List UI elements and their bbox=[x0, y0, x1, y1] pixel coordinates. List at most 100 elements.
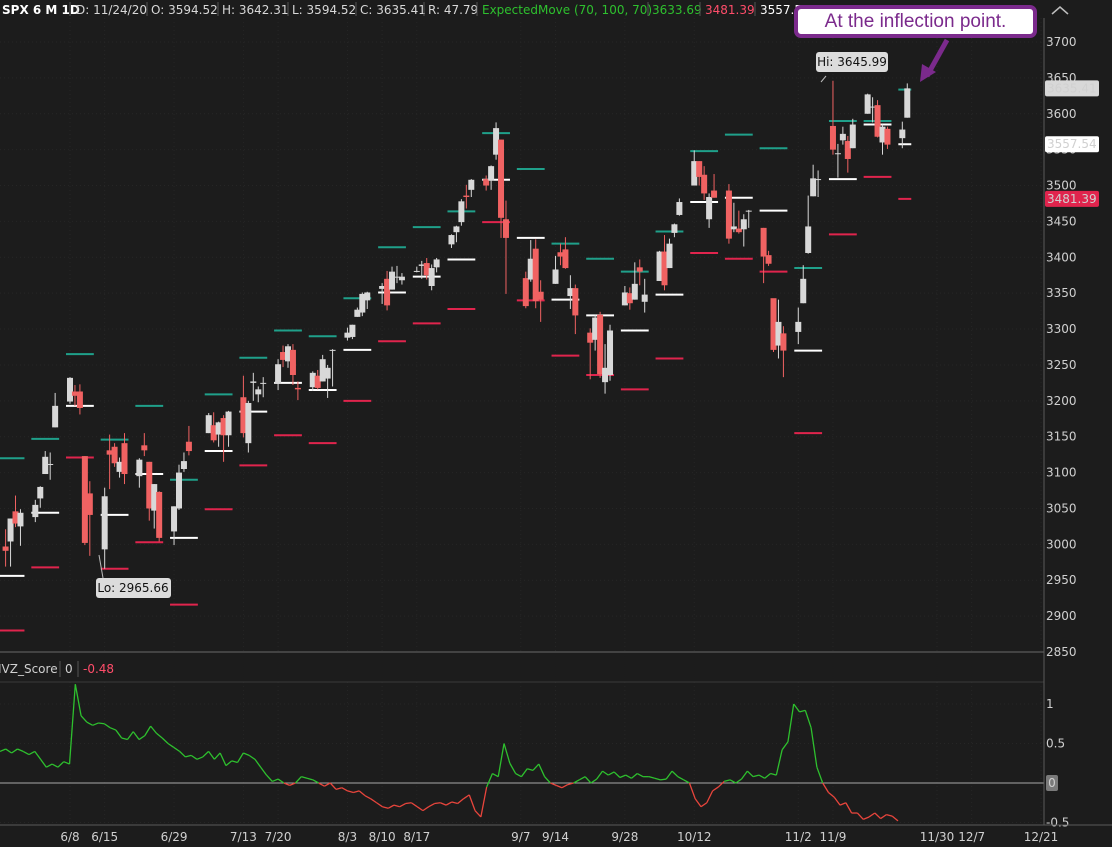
candle-body bbox=[111, 446, 118, 464]
candle-body bbox=[795, 321, 802, 332]
candle-body bbox=[171, 506, 178, 532]
candle-body bbox=[175, 472, 182, 509]
date-tick-label: 6/15 bbox=[91, 830, 118, 844]
price-tick-label: 3100 bbox=[1046, 466, 1077, 480]
lower-study-value-zero: 0 bbox=[65, 662, 73, 676]
oscillator-segment bbox=[405, 802, 412, 805]
candle-body bbox=[849, 124, 856, 149]
price-tick-label: 2850 bbox=[1046, 645, 1077, 659]
high-marker-label: Hi: 3645.99 bbox=[817, 55, 887, 69]
candle-body bbox=[834, 153, 841, 155]
annotation-callout: At the inflection point. bbox=[794, 5, 1037, 38]
candle-body bbox=[636, 267, 643, 272]
study-value-lower: 3481.39 bbox=[705, 3, 755, 17]
candle-body bbox=[760, 227, 767, 257]
symbol-label[interactable]: SPX 6 M 1D bbox=[2, 3, 80, 17]
close-readout: C: 3635.41 bbox=[360, 3, 426, 17]
candle-body bbox=[562, 249, 569, 269]
oscillator-segment bbox=[98, 722, 105, 725]
candle-body bbox=[725, 190, 732, 239]
candle-body bbox=[180, 461, 187, 469]
price-tick-label: 3050 bbox=[1046, 501, 1077, 515]
candle-body bbox=[76, 391, 83, 408]
range-readout: R: 47.79 bbox=[428, 3, 478, 17]
oscillator-tick-label: 0.5 bbox=[1046, 737, 1065, 751]
price-tag-label: 3557.54 bbox=[1047, 137, 1097, 151]
date-tick-label: 8/10 bbox=[369, 830, 396, 844]
lower-study-name[interactable]: IVZ_Score bbox=[0, 662, 58, 676]
candle-body bbox=[829, 125, 836, 150]
candle-body bbox=[666, 243, 673, 269]
candle-body bbox=[294, 387, 301, 390]
candle-body bbox=[428, 268, 435, 286]
date-tick-label: 12/21 bbox=[1024, 830, 1059, 844]
date-tick-label: 9/7 bbox=[511, 830, 530, 844]
price-tick-label: 3500 bbox=[1046, 179, 1077, 193]
study-value-upper: 3633.69 bbox=[652, 3, 702, 17]
candle-body bbox=[711, 190, 718, 198]
price-tick-label: 3150 bbox=[1046, 430, 1077, 444]
candle-body bbox=[810, 178, 817, 197]
price-tick-label: 3700 bbox=[1046, 35, 1077, 49]
candle-body bbox=[839, 133, 846, 141]
candle-body bbox=[324, 367, 331, 379]
candle-body bbox=[364, 292, 371, 301]
candle-body bbox=[899, 129, 906, 139]
candle-body bbox=[141, 445, 148, 451]
study-name[interactable]: ExpectedMove (70, 100, 70) bbox=[482, 3, 652, 17]
date-tick-label: 9/28 bbox=[611, 830, 638, 844]
candle-body bbox=[607, 330, 614, 375]
candle-body bbox=[498, 139, 505, 218]
candle-body bbox=[156, 491, 163, 538]
price-tag-label: 3635.41 bbox=[1047, 81, 1097, 95]
candle-body bbox=[52, 405, 59, 428]
candle-body bbox=[884, 128, 891, 145]
date-tick-label: 9/14 bbox=[542, 830, 569, 844]
date-tick-label: 10/12 bbox=[677, 830, 712, 844]
price-tick-label: 3450 bbox=[1046, 214, 1077, 228]
candle-body bbox=[641, 294, 648, 302]
date-tick-label: 8/17 bbox=[403, 830, 430, 844]
low-marker-label: Lo: 2965.66 bbox=[97, 581, 168, 595]
candle-body bbox=[275, 364, 282, 384]
candle-body bbox=[67, 377, 73, 402]
candle-body bbox=[37, 486, 44, 499]
candle-body bbox=[488, 166, 495, 181]
candle-body bbox=[245, 402, 252, 444]
candle-body bbox=[458, 201, 465, 223]
candle-body bbox=[780, 333, 787, 351]
candle-body bbox=[389, 271, 396, 290]
oscillator-tick-label: 1 bbox=[1046, 697, 1054, 711]
price-tick-label: 3350 bbox=[1046, 286, 1077, 300]
candle-body bbox=[453, 226, 460, 233]
candle-body bbox=[448, 235, 455, 245]
candle-body bbox=[413, 270, 420, 272]
date-tick-label: 11/30 bbox=[920, 830, 955, 844]
low-readout: L: 3594.52 bbox=[292, 3, 356, 17]
candle-body bbox=[706, 197, 713, 220]
date-tick-label: 6/29 bbox=[161, 830, 188, 844]
candle-body bbox=[805, 226, 812, 253]
candle-body bbox=[289, 349, 296, 375]
price-tag-label: 3481.39 bbox=[1047, 192, 1097, 206]
price-tick-label: 3200 bbox=[1046, 394, 1077, 408]
candle-body bbox=[121, 443, 128, 475]
candle-body bbox=[433, 259, 440, 268]
candle-body bbox=[740, 219, 747, 230]
date-tick-label: 8/3 bbox=[338, 830, 357, 844]
lower-study-value: -0.48 bbox=[83, 662, 114, 676]
candle-body bbox=[463, 195, 470, 198]
price-tick-label: 2900 bbox=[1046, 609, 1077, 623]
candle-body bbox=[696, 161, 703, 177]
candle-body bbox=[864, 94, 871, 114]
date-readout: D: 11/24/20 bbox=[76, 3, 147, 17]
candle-body bbox=[904, 88, 911, 118]
candle-body bbox=[597, 314, 604, 375]
candle-body bbox=[260, 382, 267, 384]
candle-body bbox=[17, 512, 24, 527]
candle-body bbox=[552, 269, 559, 284]
candle-body bbox=[42, 456, 49, 475]
date-tick-label: 11/9 bbox=[819, 830, 846, 844]
oscillator-segment bbox=[660, 778, 667, 781]
candle-body bbox=[631, 283, 638, 300]
